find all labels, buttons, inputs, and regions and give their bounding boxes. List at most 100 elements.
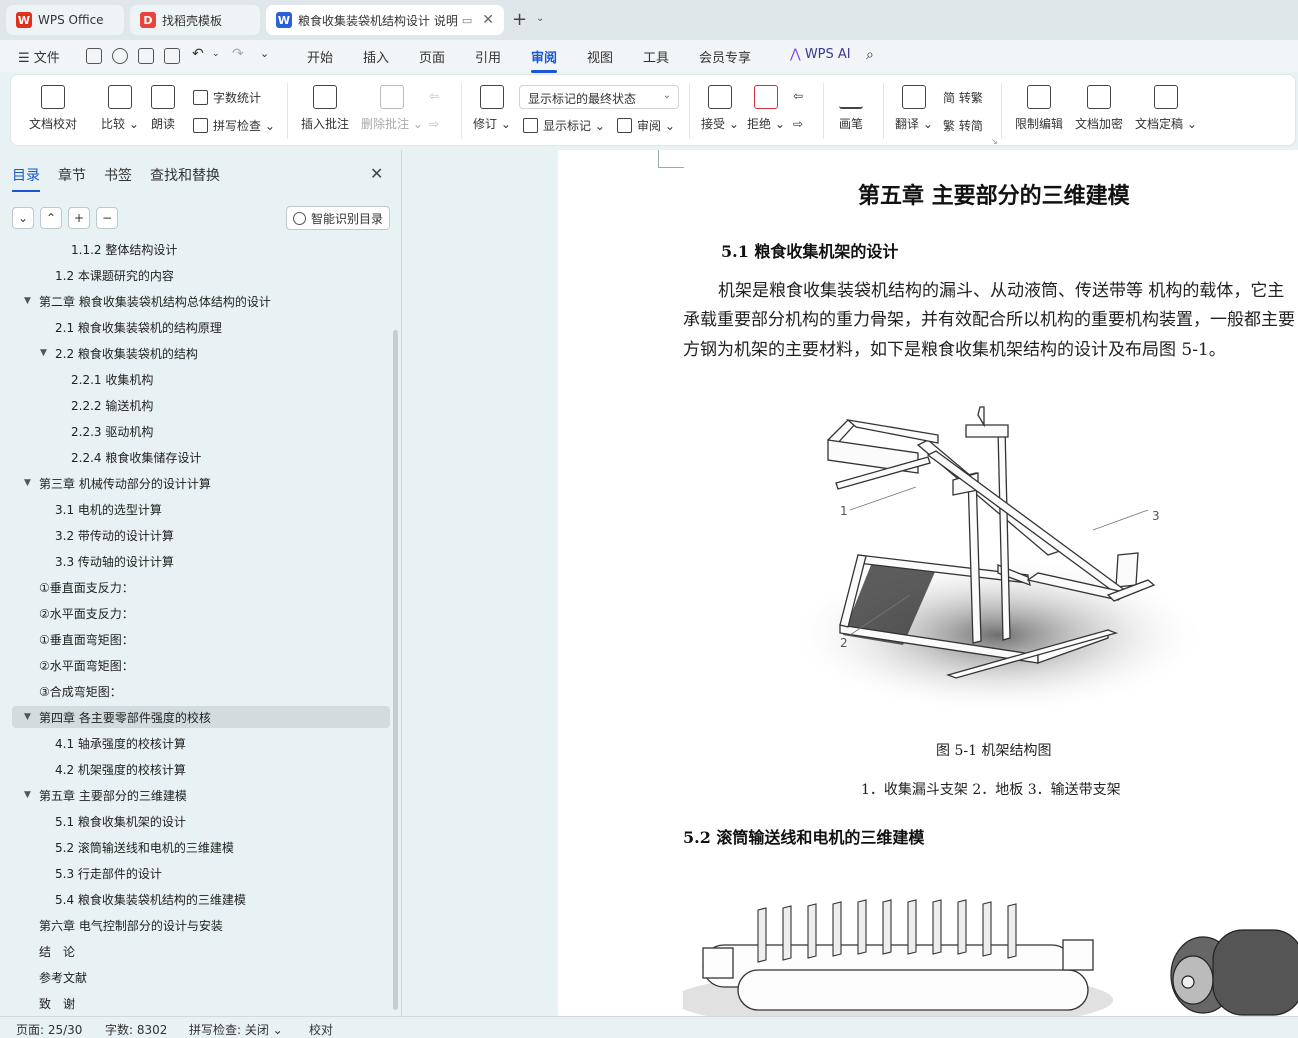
- tab-current-document[interactable]: W 粮食收集装袋机结构设计 说明 ▭ ✕: [266, 5, 504, 35]
- revise-button[interactable]: 修订 ⌄: [473, 85, 511, 132]
- proofread-status[interactable]: 校对: [309, 1021, 333, 1038]
- toc-item[interactable]: ▼ 第四章 各主要零部件强度的校核: [12, 706, 390, 728]
- compare-button[interactable]: 比较 ⌄: [101, 85, 139, 132]
- toc-item[interactable]: 5.1 粮食收集机架的设计: [0, 810, 392, 832]
- markup-state-select[interactable]: 显示标记的最终状态 ⌄: [519, 85, 679, 109]
- menu-insert[interactable]: 插入: [363, 47, 389, 66]
- toc-item[interactable]: 4.1 轴承强度的校核计算: [0, 732, 392, 754]
- smart-toc-button[interactable]: 智能识别目录: [286, 206, 390, 230]
- menu-review[interactable]: 审阅: [531, 47, 558, 73]
- to-traditional-button[interactable]: 简 转繁: [943, 89, 983, 106]
- toc-item[interactable]: ①垂直面弯矩图：: [0, 628, 392, 650]
- toc-item[interactable]: 2.2.4 粮食收集储存设计: [0, 446, 392, 468]
- group-expand-icon[interactable]: ↘: [991, 137, 998, 146]
- toc-item[interactable]: 3.3 传动轴的设计计算: [0, 550, 392, 572]
- new-tab-icon[interactable]: +: [512, 9, 527, 30]
- menu-reference[interactable]: 引用: [475, 47, 501, 66]
- add-heading-button[interactable]: +: [68, 207, 90, 229]
- toc-item[interactable]: 2.1 粮食收集装袋机的结构原理: [0, 316, 392, 338]
- redo-icon[interactable]: ↷: [232, 46, 244, 62]
- reject-button[interactable]: 拒绝 ⌄: [747, 85, 785, 132]
- more-chevron-icon[interactable]: ⌄: [260, 47, 269, 60]
- toc-item[interactable]: ①垂直面支反力：: [0, 576, 392, 598]
- toc-item[interactable]: 第六章 电气控制部分的设计与安装: [0, 914, 392, 936]
- toc-item[interactable]: ▼ 第五章 主要部分的三维建模: [0, 784, 392, 806]
- finalize-doc-button[interactable]: 文档定稿 ⌄: [1135, 85, 1197, 132]
- toc-item[interactable]: ▼ 第三章 机械传动部分的设计计算: [0, 472, 392, 494]
- remove-heading-button[interactable]: −: [96, 207, 118, 229]
- toc-item[interactable]: 致 谢: [0, 992, 392, 1014]
- toc-scrollbar[interactable]: [393, 330, 398, 1010]
- search-icon[interactable]: ⌕: [866, 47, 874, 63]
- undo-icon[interactable]: ↶: [192, 46, 204, 62]
- next-change-icon[interactable]: ⇨: [793, 117, 803, 131]
- restrict-edit-button[interactable]: 限制编辑: [1015, 85, 1063, 132]
- close-tab-icon[interactable]: ✕: [482, 12, 494, 28]
- word-count-button[interactable]: 字数统计: [193, 89, 261, 106]
- encrypt-doc-button[interactable]: 文档加密: [1075, 85, 1123, 132]
- file-menu[interactable]: ☰ 文件: [18, 47, 60, 66]
- undo-dropdown-icon[interactable]: ⌄: [212, 49, 220, 59]
- delete-comment-button[interactable]: 删除批注 ⌄: [361, 85, 423, 132]
- to-simplified-button[interactable]: 繁 转简: [943, 117, 983, 134]
- toc-item[interactable]: 参考文献: [0, 966, 392, 988]
- next-comment-icon[interactable]: ⇨: [429, 117, 439, 131]
- toc-item[interactable]: 2.2.1 收集机构: [0, 368, 392, 390]
- close-panel-icon[interactable]: ✕: [370, 164, 383, 183]
- menu-start[interactable]: 开始: [307, 47, 333, 66]
- doc-check-button[interactable]: 文档校对: [29, 85, 77, 132]
- toc-item[interactable]: 3.1 电机的选型计算: [0, 498, 392, 520]
- translate-button[interactable]: 翻译 ⌄: [895, 85, 933, 132]
- toc-item[interactable]: 2.2.2 输送机构: [0, 394, 392, 416]
- spell-check-status[interactable]: 拼写检查: 关闭 ⌄: [189, 1021, 283, 1038]
- screen-icon[interactable]: ▭: [462, 14, 472, 27]
- ink-pen-button[interactable]: 画笔: [839, 85, 863, 132]
- toc-item[interactable]: ②水平面弯矩图：: [0, 654, 392, 676]
- previous-comment-icon[interactable]: ⇦: [429, 89, 439, 103]
- menu-tools[interactable]: 工具: [643, 47, 669, 66]
- toc-item[interactable]: ▼ 2.2 粮食收集装袋机的结构: [0, 342, 392, 364]
- collapse-up-button[interactable]: ⌃: [40, 207, 62, 229]
- toc-item[interactable]: 5.4 粮食收集装袋机结构的三维建模: [0, 888, 392, 910]
- tab-docer-templates[interactable]: D 找稻壳模板: [130, 5, 260, 35]
- expand-arrow-icon[interactable]: ▼: [24, 712, 38, 722]
- wps-ai-button[interactable]: ⋀ WPS AI: [790, 47, 851, 62]
- print-preview-icon[interactable]: [164, 48, 180, 64]
- toc-item[interactable]: 4.2 机架强度的校核计算: [0, 758, 392, 780]
- expand-arrow-icon[interactable]: ▼: [24, 790, 38, 800]
- toc-item[interactable]: 5.2 滚筒输送线和电机的三维建模: [0, 836, 392, 858]
- save-icon[interactable]: [86, 48, 102, 64]
- toc-item[interactable]: ▼ 第二章 粮食收集装袋机结构总体结构的设计: [0, 290, 392, 312]
- page-indicator[interactable]: 页面: 25/30: [16, 1021, 82, 1038]
- toc-item[interactable]: 1.1.2 整体结构设计: [0, 242, 392, 260]
- panel-tab-find-replace[interactable]: 查找和替换: [150, 165, 220, 185]
- toc-item[interactable]: 2.2.3 驱动机构: [0, 420, 392, 442]
- spell-check-button[interactable]: 拼写检查 ⌄: [193, 117, 275, 134]
- expand-arrow-icon[interactable]: ▼: [24, 478, 38, 488]
- menu-member[interactable]: 会员专享: [699, 47, 751, 66]
- document-page[interactable]: 第五章 主要部分的三维建模 5.1 粮食收集机架的设计 机架是粮食收集装袋机结构…: [558, 150, 1298, 1016]
- toc-item[interactable]: ③合成弯矩图：: [0, 680, 392, 702]
- tab-wps-office[interactable]: W WPS Office: [6, 5, 124, 35]
- menu-view[interactable]: 视图: [587, 47, 613, 66]
- previous-change-icon[interactable]: ⇦: [793, 89, 803, 103]
- toc-item[interactable]: 结 论: [0, 940, 392, 962]
- toc-item[interactable]: 3.2 带传动的设计计算: [0, 524, 392, 546]
- toc-item[interactable]: ②水平面支反力：: [0, 602, 392, 624]
- panel-tab-sections[interactable]: 章节: [58, 165, 86, 185]
- print-icon[interactable]: [138, 48, 154, 64]
- expand-arrow-icon[interactable]: ▼: [40, 348, 54, 358]
- expand-arrow-icon[interactable]: ▼: [24, 296, 38, 306]
- toc-item[interactable]: 1.2 本课题研究的内容: [0, 264, 392, 286]
- read-aloud-button[interactable]: 朗读: [151, 85, 175, 132]
- chevron-down-icon[interactable]: ⌄: [536, 13, 544, 24]
- insert-comment-button[interactable]: 插入批注: [301, 85, 349, 132]
- panel-tab-bookmarks[interactable]: 书签: [104, 165, 132, 185]
- menu-page[interactable]: 页面: [419, 47, 445, 66]
- panel-tab-toc[interactable]: 目录: [12, 165, 40, 192]
- toc-item[interactable]: 5.3 行走部件的设计: [0, 862, 392, 884]
- review-pane-button[interactable]: 审阅 ⌄: [617, 117, 675, 134]
- word-count-status[interactable]: 字数: 8302: [105, 1021, 167, 1038]
- show-markup-button[interactable]: 显示标记 ⌄: [523, 117, 605, 134]
- expand-down-button[interactable]: ⌄: [12, 207, 34, 229]
